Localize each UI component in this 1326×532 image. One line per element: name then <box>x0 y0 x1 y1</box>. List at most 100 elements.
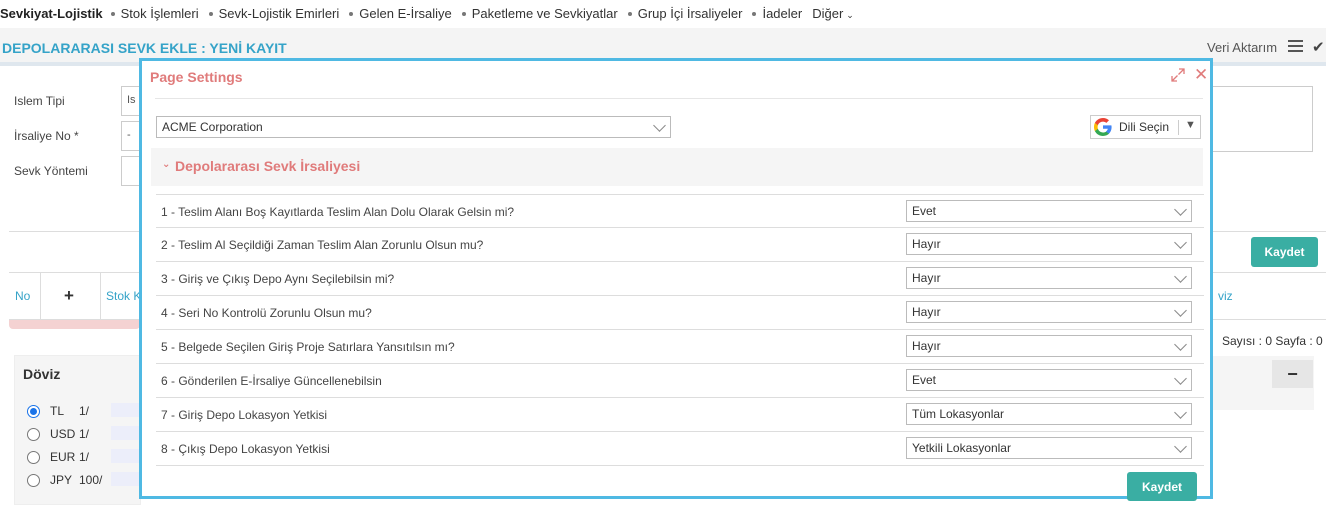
page-title: DEPOLARARASI SEVK EKLE : YENİ KAYIT <box>2 40 287 56</box>
modal-save-button[interactable]: Kaydet <box>1127 472 1197 501</box>
setting-select[interactable]: Evet <box>906 369 1192 391</box>
setting-select-value: Hayır <box>912 305 941 319</box>
rate-input[interactable] <box>111 449 141 463</box>
collapse-button[interactable]: − <box>1272 360 1313 388</box>
nav-item-label: İadeler <box>762 5 803 21</box>
list-icon[interactable] <box>1288 40 1303 53</box>
nav-item-label: Paketleme ve Sevkiyatlar <box>471 5 618 21</box>
chevron-down-icon <box>1174 270 1187 283</box>
bullet-icon <box>461 12 466 17</box>
currency-rate: 100/ <box>79 473 103 487</box>
dropdown-arrow-icon: ▼ <box>1185 119 1196 131</box>
irsaliye-no-label: İrsaliye No * <box>14 129 79 143</box>
radio-selected[interactable] <box>27 404 40 418</box>
setting-row: 3 - Giriş ve Çıkış Depo Aynı Seçilebilsi… <box>156 262 1204 296</box>
column-doviz[interactable]: viz <box>1218 273 1233 319</box>
divider <box>9 231 140 232</box>
setting-select[interactable]: Hayır <box>906 335 1192 357</box>
expand-icon[interactable] <box>1171 68 1185 82</box>
setting-select[interactable]: Hayır <box>906 267 1192 289</box>
setting-select[interactable]: Hayır <box>906 233 1192 255</box>
doviz-title: Döviz <box>23 366 61 382</box>
section-header[interactable]: ⌄ Depolararası Sevk İrsaliyesi <box>151 148 1203 186</box>
nav-item-label: Diğer <box>812 5 844 21</box>
chevron-down-icon <box>653 119 666 132</box>
setting-select[interactable]: Hayır <box>906 301 1192 323</box>
setting-label: 5 - Belgede Seçilen Giriş Proje Satırlar… <box>161 340 455 354</box>
chevron-down-icon: ⌄ <box>162 159 171 170</box>
divider <box>40 273 41 319</box>
setting-select[interactable]: Tüm Lokasyonlar <box>906 403 1192 425</box>
nav-item-sevk-lojistik[interactable]: Sevk-Lojistik Emirleri <box>208 6 339 21</box>
company-select[interactable]: ACME Corporation <box>156 116 671 138</box>
google-logo-icon <box>1094 118 1112 136</box>
nav-item-gelen-eirsaliye[interactable]: Gelen E-İrsaliye <box>349 5 452 21</box>
chevron-down-icon <box>1174 203 1187 216</box>
setting-select[interactable]: Yetkili Lokasyonlar <box>906 437 1192 459</box>
bullet-icon <box>208 12 213 17</box>
add-row-button[interactable]: + <box>64 273 74 319</box>
radio-unselected[interactable] <box>27 473 40 487</box>
close-icon[interactable]: ✕ <box>1194 66 1208 83</box>
nav-item-label: Gelen E-İrsaliye <box>359 5 452 21</box>
nav-item-iadeler[interactable]: İadeler <box>752 6 802 21</box>
setting-select-value: Hayır <box>912 271 941 285</box>
setting-row: 2 - Teslim Al Seçildiği Zaman Teslim Ala… <box>156 228 1204 262</box>
currency-option-eur[interactable]: EUR 1/ <box>27 450 89 464</box>
setting-label: 4 - Seri No Kontrolü Zorunlu Olsun mu? <box>161 306 372 320</box>
setting-select-value: Evet <box>912 373 937 387</box>
nav-item-label: Grup İçi İrsaliyeler <box>637 5 743 21</box>
language-selector[interactable]: Dili Seçin ▼ <box>1090 115 1201 139</box>
rate-input[interactable] <box>111 426 141 440</box>
setting-select-value: Hayır <box>912 237 941 251</box>
radio-unselected[interactable] <box>27 450 40 464</box>
currency-option-tl[interactable]: TL 1/ <box>27 404 89 418</box>
sevk-yontemi-field[interactable] <box>121 156 141 186</box>
top-nav: Sevkiyat-Lojistik Stok İşlemleri Sevk-Lo… <box>0 0 1326 26</box>
modal-title: Page Settings <box>150 69 243 85</box>
nav-item-diger[interactable]: Diğer ⌄ <box>812 6 854 21</box>
currency-rate: 1/ <box>79 450 90 464</box>
currency-option-usd[interactable]: USD 1/ <box>27 427 89 441</box>
chevron-down-icon <box>1174 406 1187 419</box>
chevron-down-icon <box>1174 440 1187 453</box>
nav-brand[interactable]: Sevkiyat-Lojistik <box>0 6 103 21</box>
bullet-icon <box>349 12 354 17</box>
currency-code: USD <box>50 427 76 441</box>
column-stok[interactable]: Stok K <box>106 273 141 319</box>
nav-item-label: Stok İşlemleri <box>120 5 199 21</box>
setting-select[interactable]: Evet <box>906 200 1192 222</box>
currency-code: TL <box>50 404 65 418</box>
currency-code: JPY <box>50 473 73 487</box>
setting-row: 4 - Seri No Kontrolü Zorunlu Olsun mu? H… <box>156 296 1204 330</box>
nav-item-stok[interactable]: Stok İşlemleri <box>110 5 199 21</box>
check-icon[interactable]: ✔ <box>1312 38 1325 56</box>
currency-code: EUR <box>50 450 76 464</box>
sevk-yontemi-label: Sevk Yöntemi <box>14 164 88 178</box>
rate-input[interactable] <box>111 472 141 486</box>
column-no[interactable]: No <box>15 273 30 319</box>
language-label: Dili Seçin <box>1119 120 1170 134</box>
grid-scrollbar[interactable] <box>9 320 140 329</box>
setting-row: 5 - Belgede Seçilen Giriş Proje Satırlar… <box>156 330 1204 364</box>
setting-label: 2 - Teslim Al Seçildiği Zaman Teslim Ala… <box>161 238 484 252</box>
nav-item-paketleme[interactable]: Paketleme ve Sevkiyatlar <box>461 5 618 21</box>
setting-select-value: Evet <box>912 204 937 218</box>
divider <box>1178 120 1179 135</box>
notes-textarea[interactable] <box>1212 86 1313 152</box>
chevron-down-icon <box>1174 372 1187 385</box>
divider <box>100 273 101 319</box>
chevron-down-icon <box>1174 304 1187 317</box>
irsaliye-no-field[interactable]: - <box>121 121 141 151</box>
veri-aktarim-link[interactable]: Veri Aktarım <box>1207 40 1277 55</box>
rate-input[interactable] <box>111 403 141 417</box>
islem-tipi-label: Islem Tipi <box>14 94 65 108</box>
currency-option-jpy[interactable]: JPY 100/ <box>27 473 102 487</box>
islem-tipi-field[interactable]: Is <box>121 86 141 116</box>
nav-item-grup-ici[interactable]: Grup İçi İrsaliyeler <box>627 5 743 21</box>
save-button[interactable]: Kaydet <box>1251 237 1318 267</box>
chevron-down-icon <box>1174 338 1187 351</box>
setting-row: 7 - Giriş Depo Lokasyon Yetkisi Tüm Loka… <box>156 398 1204 432</box>
radio-unselected[interactable] <box>27 427 40 441</box>
setting-select-value: Yetkili Lokasyonlar <box>912 441 1011 455</box>
